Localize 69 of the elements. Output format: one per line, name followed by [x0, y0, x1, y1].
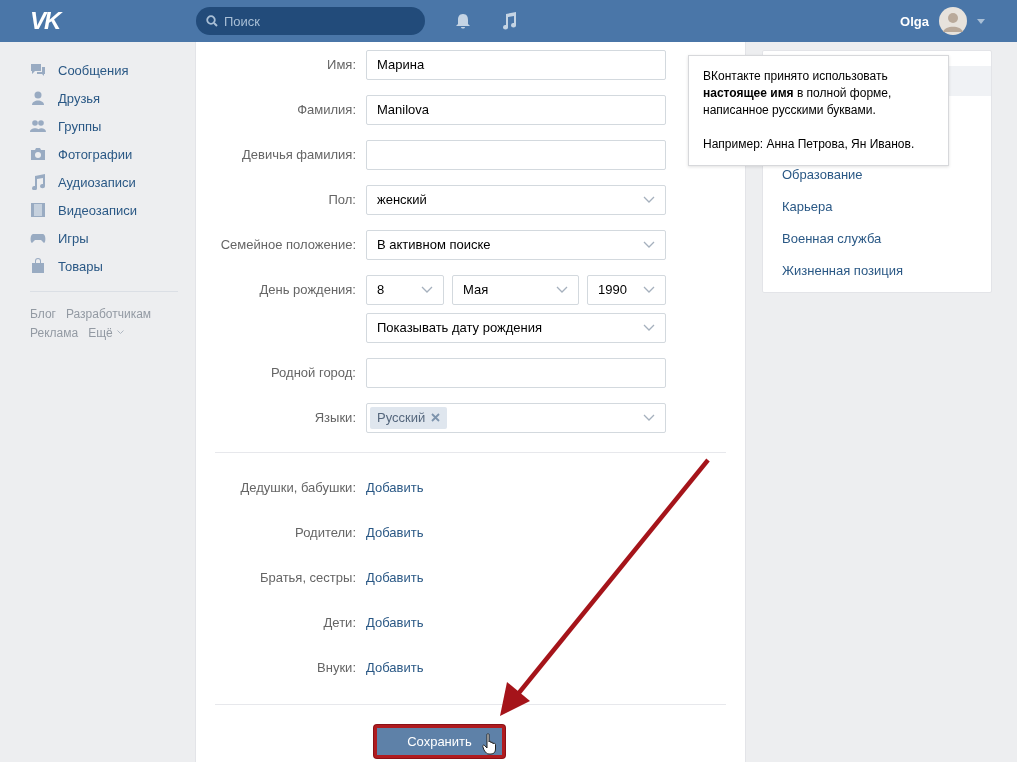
- save-button[interactable]: Сохранить: [374, 725, 505, 758]
- tooltip-text: ВКонтакте принято использовать настоящее имя в полной форме, написанное русскими буквами.: [703, 68, 893, 119]
- bell-icon[interactable]: [455, 12, 471, 30]
- sidebar-item[interactable]: Фотографии: [30, 140, 195, 168]
- add-link[interactable]: Добавить: [366, 652, 424, 683]
- chat-bubbles-icon: [30, 62, 46, 78]
- chevron-icon: [643, 196, 655, 203]
- select-field[interactable]: Показывать дату рождения: [366, 312, 666, 343]
- chevron-icon: [421, 286, 433, 293]
- add-link[interactable]: Добавить: [366, 607, 424, 638]
- sidebar-item[interactable]: Игры: [30, 224, 195, 252]
- add-link[interactable]: Добавить: [366, 472, 424, 503]
- people-icon: [30, 118, 46, 134]
- search-icon: [206, 15, 218, 27]
- field-label: Языки:: [313, 408, 357, 427]
- field-label: Семейное положение:: [219, 235, 357, 254]
- hand-cursor-icon: [482, 733, 498, 755]
- menu-item[interactable]: Военная служба: [782, 223, 991, 255]
- field-label: Имя:: [326, 55, 357, 74]
- tag-label: Русский: [377, 410, 426, 425]
- user-name[interactable]: Olga: [900, 13, 929, 29]
- select-field[interactable]: женский: [366, 184, 666, 215]
- field-label: Родной город:: [270, 363, 357, 382]
- input-field[interactable]: Manilova: [366, 94, 666, 125]
- sidebar-item[interactable]: Друзья: [30, 84, 195, 112]
- field-label: Пол:: [327, 190, 357, 209]
- caret-icon[interactable]: [977, 18, 985, 24]
- field-label: Фамилия:: [296, 100, 357, 119]
- music-note-icon[interactable]: [501, 12, 517, 30]
- sidebar-item[interactable]: Сообщения: [30, 56, 195, 84]
- film-icon: [30, 202, 46, 218]
- sidebar-item[interactable]: Аудиозаписи: [30, 168, 195, 196]
- select-field[interactable]: В активном поиске: [366, 229, 666, 260]
- field-label: Братья, сестры:: [258, 568, 357, 587]
- camera-icon: [30, 146, 46, 162]
- add-link[interactable]: Добавить: [366, 562, 424, 593]
- avatar[interactable]: [939, 7, 967, 35]
- remove-icon[interactable]: [431, 413, 441, 422]
- chevron-icon: [556, 286, 568, 293]
- sidebar-item[interactable]: Товары: [30, 252, 195, 280]
- caret-icon: [116, 330, 124, 335]
- tooltip-text: Например: Анна Петрова, Ян Иванов.: [703, 136, 916, 153]
- menu-item[interactable]: Карьера: [782, 191, 991, 223]
- chevron-icon: [643, 324, 655, 331]
- chevron-icon: [643, 286, 655, 293]
- day-select[interactable]: 8: [366, 274, 444, 305]
- logo[interactable]: VK: [30, 7, 196, 35]
- tag-select-field[interactable]: Русский: [366, 402, 666, 433]
- month-select[interactable]: Мая: [452, 274, 579, 305]
- field-label: Дети:: [322, 613, 357, 632]
- chevron-icon[interactable]: [643, 414, 655, 421]
- add-link[interactable]: Добавить: [366, 517, 424, 548]
- field-label: День рождения:: [258, 280, 357, 299]
- field-label: Внуки:: [316, 658, 357, 677]
- input-field[interactable]: Марина: [366, 49, 666, 80]
- chevron-icon: [643, 241, 655, 248]
- year-select[interactable]: 1990: [587, 274, 666, 305]
- search-field[interactable]: Поиск: [196, 7, 425, 35]
- menu-item[interactable]: Жизненная позиция: [782, 255, 991, 287]
- sidebar-item[interactable]: Видеозаписи: [30, 196, 195, 224]
- field-label: Дедушки, бабушки:: [239, 478, 357, 497]
- person-icon: [30, 90, 46, 106]
- input-field[interactable]: [366, 357, 666, 388]
- sidebar-item[interactable]: Группы: [30, 112, 195, 140]
- music-note-icon: [30, 174, 46, 190]
- input-field[interactable]: [366, 139, 666, 170]
- bag-icon: [30, 258, 46, 274]
- field-label: Родители:: [294, 523, 357, 542]
- field-label: Девичья фамилия:: [240, 145, 357, 164]
